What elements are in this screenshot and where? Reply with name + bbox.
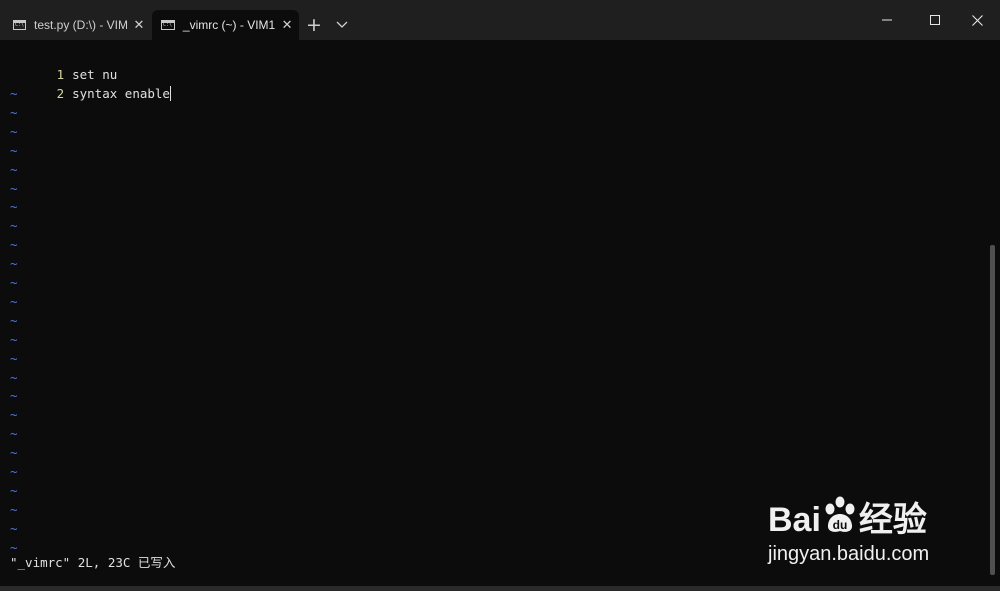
baidu-watermark-url: jingyan.baidu.com [768, 543, 930, 565]
empty-line-tilde: ~ [10, 407, 18, 423]
watermark-logo-text: Bai [768, 501, 821, 539]
tab-test-py[interactable]: test.py (D:\) - VIM ✕ [4, 10, 150, 40]
scrollbar[interactable] [990, 245, 995, 575]
buffer-line: 2 syntax enable [0, 65, 171, 101]
terminal-icon [13, 20, 26, 30]
empty-line-tilde: ~ [10, 369, 18, 385]
empty-line-tilde: ~ [10, 275, 18, 290]
watermark-logo-suffix: 经验 [858, 501, 927, 539]
empty-line-tilde: ~ [10, 482, 18, 498]
tab-label: _vimrc (~) - VIM1 [182, 18, 276, 32]
minimize-icon [882, 19, 892, 21]
tab-dropdown-button[interactable] [330, 12, 354, 38]
empty-line-tilde: ~ [10, 312, 18, 328]
window-close-button[interactable] [954, 0, 1000, 40]
empty-line-tilde: ~ [10, 104, 18, 120]
line-number: 2 [56, 86, 65, 101]
plus-icon: + [306, 14, 322, 36]
empty-line-tilde: ~ [10, 123, 18, 139]
empty-line-tilde: ~ [10, 161, 18, 177]
paw-icon: du [825, 496, 855, 532]
empty-line-tilde: ~ [10, 350, 18, 366]
empty-line-tilde: ~ [10, 426, 18, 442]
empty-line-tilde: ~ [10, 180, 18, 196]
status-line: "_vimrc" 2L, 23C 已写入 [10, 555, 176, 570]
empty-line-tilde: ~ [10, 218, 18, 234]
empty-line-tilde: ~ [10, 331, 18, 347]
empty-line-tilde: ~ [10, 445, 18, 461]
text-cursor [169, 86, 171, 101]
empty-line-tilde: ~ [10, 256, 18, 272]
svg-text:du: du [833, 518, 848, 532]
empty-line-tilde: ~ [10, 199, 18, 215]
maximize-icon [930, 15, 940, 25]
line-text: syntax enable [72, 86, 170, 101]
maximize-button[interactable] [912, 0, 958, 40]
tab-vimrc[interactable]: _vimrc (~) - VIM1 ✕ [152, 10, 299, 40]
empty-line-tilde: ~ [10, 293, 18, 309]
chevron-down-icon [336, 21, 348, 28]
window-close-icon [971, 14, 983, 26]
empty-line-tilde: ~ [10, 464, 18, 479]
close-icon[interactable]: ✕ [275, 18, 299, 33]
window-bottom-edge [0, 586, 1000, 591]
minimize-button[interactable] [864, 0, 910, 40]
tab-label: test.py (D:\) - VIM [34, 18, 129, 32]
baidu-watermark-logo: Bai du 经验 [768, 492, 927, 541]
title-bar: test.py (D:\) - VIM ✕ _vimrc (~) - VIM1 … [0, 0, 1000, 40]
close-icon[interactable]: ✕ [128, 18, 150, 33]
empty-line-tilde: ~ [10, 520, 18, 536]
buffer-line: 1 set nu [0, 46, 118, 82]
empty-line-tilde: ~ [10, 142, 18, 158]
empty-line-tilde: ~ [10, 388, 18, 404]
empty-line-tilde: ~ [10, 86, 18, 101]
empty-line-tilde: ~ [10, 501, 18, 517]
new-tab-button[interactable]: + [302, 12, 326, 38]
empty-line-tilde: ~ [10, 237, 18, 253]
terminal-icon [161, 20, 175, 30]
